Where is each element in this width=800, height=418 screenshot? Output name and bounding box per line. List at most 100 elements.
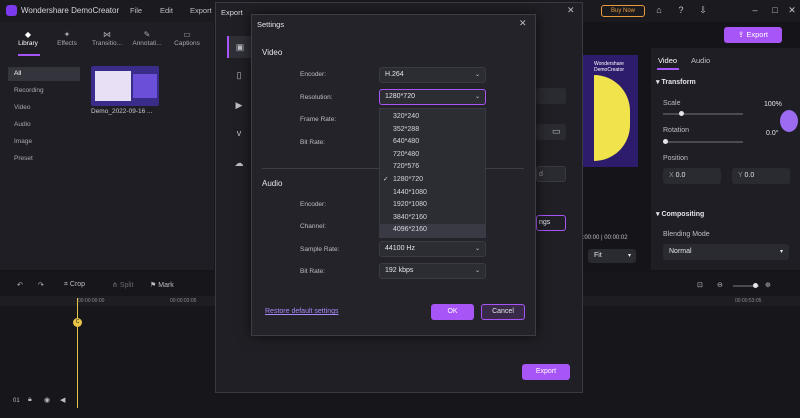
settings-close-icon[interactable]: ✕ [519,18,527,29]
ok-button[interactable]: OK [431,304,474,320]
vimeo-icon[interactable]: v [227,122,251,144]
export-dialog-export-button[interactable]: Export [522,364,570,380]
menu-edit[interactable]: Edit [160,6,173,15]
zoom-in-icon[interactable]: ⊕ [765,281,771,289]
buy-now-button[interactable]: Buy Now [601,5,645,17]
tab-effects-label: Effects [57,40,77,47]
scale-slider[interactable] [663,111,743,116]
resolution-option[interactable]: 1920*1080 [380,199,485,212]
nav-audio[interactable]: Audio [8,118,80,132]
rotation-slider[interactable] [663,139,743,144]
transform-title[interactable]: ▾ Transform [656,78,696,86]
cancel-button[interactable]: Cancel [481,304,525,320]
position-x-field[interactable]: X 0.0 [663,168,721,184]
nav-all[interactable]: All [8,67,80,81]
resolution-option[interactable]: 352*288 [380,124,485,137]
resolution-option[interactable]: 640*480 [380,136,485,149]
ruler-tick: 00:00:03:05 [170,298,197,304]
resolution-option[interactable]: 720*576 [380,161,485,174]
playhead[interactable] [77,298,78,408]
tab-video[interactable]: Video [658,56,677,65]
youtube-icon[interactable]: ▶ [227,94,251,116]
cap-icon[interactable]: ⌂ [653,4,665,16]
crop-tool[interactable]: ⌗ Crop [64,281,85,289]
restore-defaults-link[interactable]: Restore default settings [265,308,339,315]
cloud-icon[interactable]: ☁ [227,152,251,174]
position-y-value: 0.0 [744,172,755,179]
export-device-icon[interactable]: ▯ [227,64,251,86]
app-name: Wondershare DemoCreator [21,6,120,15]
help-icon[interactable]: ? [675,4,687,16]
fit-timeline-icon[interactable]: ⊡ [697,281,703,289]
eye-icon[interactable]: ◉ [44,396,50,404]
blending-select[interactable]: Normal ▾ [663,244,789,260]
compositing-title[interactable]: ▾ Compositing [656,210,704,218]
resolution-option-label: 1280*720 [393,176,423,183]
mark-tool[interactable]: ⚑ Mark [150,281,174,289]
ruler-tick: 00:00:00:00 [78,298,105,304]
tab-captions[interactable]: ▭ Captions [169,30,205,47]
zoom-out-icon[interactable]: ⊖ [717,281,723,289]
folder-icon[interactable]: ▭ [552,126,561,137]
speaker-icon[interactable]: ◀ [60,396,65,404]
resolution-select[interactable]: 1280*720 ⌄ [379,89,486,105]
export-settings-button[interactable]: ngs [536,215,566,231]
export-option-button[interactable]: d [536,166,566,182]
tab-effects[interactable]: ✦ Effects [49,30,85,47]
audio-bitrate-select[interactable]: 192 kbps ⌄ [379,263,486,279]
menu-export[interactable]: Export [190,6,212,15]
tab-transitions[interactable]: ⋈ Transitio... [89,30,125,47]
minimize-icon[interactable]: – [749,4,761,16]
tab-library[interactable]: ◆ Library [10,30,46,56]
tab-captions-label: Captions [174,40,200,47]
playhead-marker[interactable]: C [73,318,82,327]
nav-image[interactable]: Image [8,135,80,149]
resolution-option[interactable]: 1440*1080 [380,187,485,200]
media-thumbnail[interactable] [91,66,159,106]
resolution-label: Resolution: [300,94,333,101]
samplerate-select[interactable]: 44100 Hz ⌄ [379,241,486,257]
scale-slider-handle[interactable] [679,111,684,116]
resolution-option[interactable]: 720*480 [380,149,485,162]
assistant-icon[interactable] [780,110,798,132]
nav-recording[interactable]: Recording [8,84,80,98]
download-icon[interactable]: ⇩ [697,4,709,16]
export-dialog-title: Export [221,8,243,17]
resolution-option[interactable]: 3840*2160 [380,212,485,225]
position-y-field[interactable]: Y 0.0 [732,168,790,184]
rotation-slider-handle[interactable] [663,139,668,144]
zoom-slider-handle[interactable] [753,283,758,288]
redo-icon[interactable]: ↷ [38,281,44,289]
captions-icon: ▭ [183,30,191,39]
fit-select[interactable]: Fit ▾ [588,249,636,263]
export-local-icon[interactable]: ▣ [227,36,251,58]
resolution-option[interactable]: 4096*2160 [380,224,485,237]
chevron-down-icon: ⌄ [474,72,480,78]
crop-label: Crop [69,281,86,288]
resolution-option-selected[interactable]: ✓ 1280*720 [380,174,485,187]
scale-label: Scale [663,100,681,107]
zoom-slider[interactable] [733,283,759,288]
resolution-option[interactable]: 320*240 [380,111,485,124]
export-top-button[interactable]: ⇪ Export [724,27,782,43]
checkmark-icon: ✓ [383,176,389,183]
export-path-field[interactable] [536,124,566,140]
undo-icon[interactable]: ↶ [17,281,23,289]
scale-value[interactable]: 100% [764,101,782,108]
export-close-icon[interactable]: ✕ [567,5,575,16]
nav-video[interactable]: Video [8,101,80,115]
maximize-icon[interactable]: □ [769,4,781,16]
lock-icon[interactable]: 🔒︎ [28,396,32,404]
tab-audio[interactable]: Audio [691,56,710,65]
rotation-value[interactable]: 0.0° [766,130,779,137]
export-name-field[interactable] [536,88,566,104]
blending-label: Blending Mode [663,231,710,238]
tab-annotations[interactable]: ✎ Annotati... [129,30,165,47]
menu-file[interactable]: File [130,6,142,15]
samplerate-value: 44100 Hz [385,245,415,252]
nav-preset[interactable]: Preset [8,152,80,166]
preview-time: 00:00:00 | 00:00:02 [576,235,628,241]
encoder-select[interactable]: H.264 ⌄ [379,67,486,83]
split-tool[interactable]: ⋔ Split [112,281,133,289]
close-icon[interactable]: ✕ [786,4,798,16]
